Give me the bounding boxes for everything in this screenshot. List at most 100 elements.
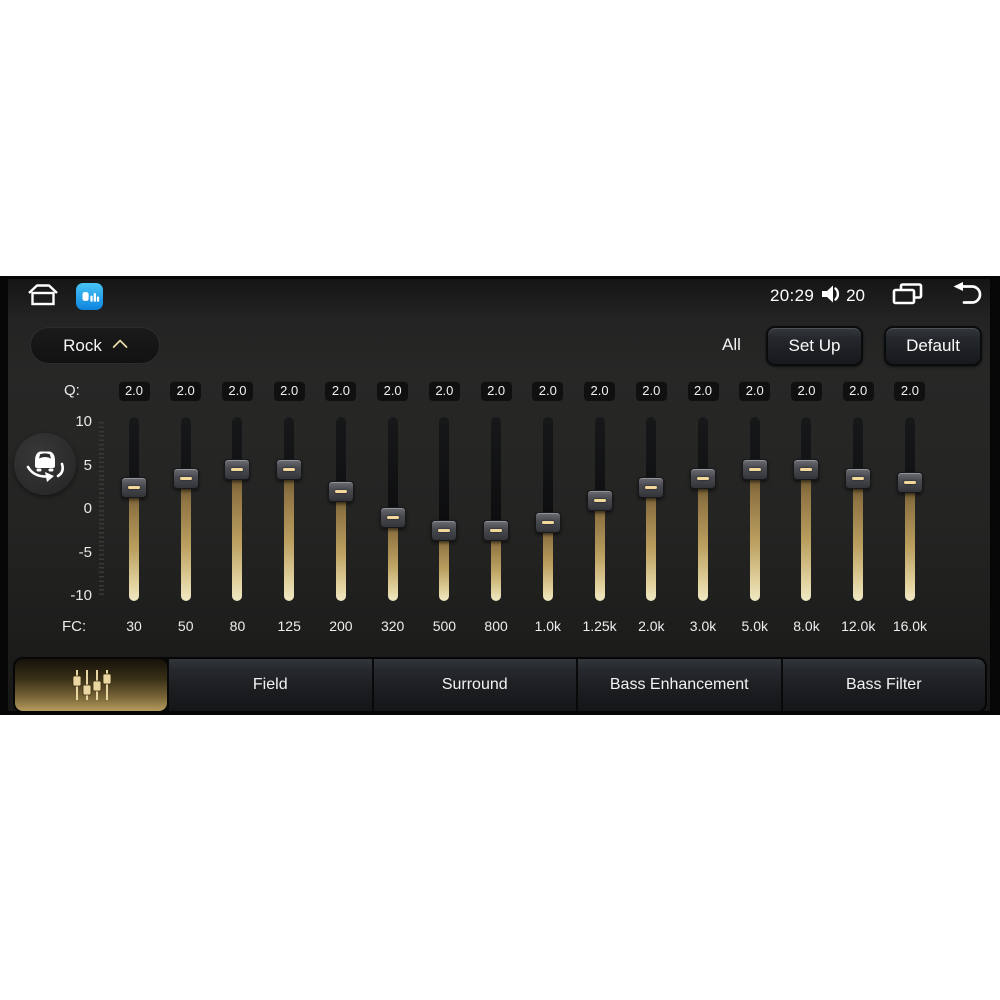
recents-icon[interactable] [891, 282, 924, 311]
slider-fill [335, 491, 346, 601]
slider-thumb[interactable] [534, 511, 561, 533]
slider-thumb[interactable] [690, 468, 717, 490]
eq-band-slider[interactable] [121, 417, 147, 601]
slider-track [749, 417, 760, 601]
all-toggle[interactable]: All [722, 335, 741, 355]
thumb-grip-line [903, 481, 916, 485]
slider-fill [542, 522, 553, 601]
q-row-label: Q: [64, 382, 80, 399]
tab-bass-enhancement[interactable]: Bass Enhancement [576, 659, 781, 711]
slider-track [853, 417, 864, 601]
eq-band-slider[interactable] [534, 417, 561, 601]
eq-band-slider[interactable] [431, 417, 458, 601]
screen-bezel-top [0, 276, 1000, 279]
tab-field[interactable]: Field [167, 659, 372, 711]
preset-dropdown[interactable]: Rock [30, 327, 160, 364]
thumb-grip-line [645, 485, 658, 489]
screen-bezel-bottom [0, 711, 1000, 715]
slider-track [491, 417, 502, 601]
frequency-label: 8.0k [793, 618, 820, 634]
screen-bezel-right [990, 276, 1000, 715]
frequency-label: 2.0k [638, 618, 665, 634]
car-rotate-icon [24, 441, 66, 488]
slider-thumb[interactable] [586, 489, 613, 511]
frequency-label: 12.0k [841, 618, 876, 634]
eq-band-slider[interactable] [379, 417, 406, 601]
slider-thumb[interactable] [172, 468, 199, 490]
slider-thumb[interactable] [224, 459, 251, 481]
status-bar: 20:29 20 [0, 281, 1000, 311]
thumb-grip-line [334, 490, 347, 494]
car-sound-field-button[interactable] [14, 433, 76, 495]
thumb-grip-line [852, 477, 865, 481]
tab-label: Bass Filter [845, 676, 922, 693]
slider-fill [801, 469, 812, 601]
q-value-badge: 2.0 [428, 381, 460, 401]
slider-thumb[interactable] [638, 476, 665, 498]
slider-track [335, 417, 346, 601]
q-value-badge: 2.0 [842, 381, 874, 401]
fc-row-label: FC: [62, 618, 87, 635]
slider-thumb[interactable] [483, 520, 510, 542]
eq-band-slider[interactable] [793, 417, 820, 601]
slider-fill [180, 478, 191, 601]
slider-thumb[interactable] [741, 459, 768, 481]
eq-band-slider[interactable] [586, 417, 613, 601]
slider-fill [491, 530, 502, 601]
tab-surround[interactable]: Surround [371, 659, 576, 711]
eq-band-slider[interactable] [327, 417, 354, 601]
slider-thumb[interactable] [896, 472, 923, 494]
slider-thumb[interactable] [431, 520, 458, 542]
eq-band-slider[interactable] [483, 417, 510, 601]
q-value-badge: 2.0 [584, 381, 616, 401]
eq-band-slider[interactable] [690, 417, 717, 601]
slider-fill [129, 487, 139, 601]
volume-level: 20 [846, 286, 865, 305]
thumb-grip-line [800, 468, 813, 472]
default-button[interactable]: Default [884, 326, 982, 366]
equalizer-screen: 20:29 20 Rock All Set Up Default Q: FC: … [0, 276, 1000, 715]
eq-band-slider[interactable] [845, 417, 872, 601]
equalizer-app-icon[interactable] [76, 282, 103, 310]
slider-track [904, 417, 915, 601]
thumb-grip-line [386, 516, 399, 520]
back-icon[interactable] [950, 282, 984, 310]
home-icon[interactable] [26, 281, 60, 312]
frequency-label: 50 [177, 618, 194, 634]
thumb-grip-line [179, 477, 192, 481]
volume-icon[interactable] [820, 284, 843, 309]
eq-band-slider[interactable] [224, 417, 251, 601]
slider-thumb[interactable] [793, 459, 820, 481]
slider-track [284, 417, 295, 601]
slider-fill [904, 482, 915, 601]
head-unit-photo: 20:29 20 Rock All Set Up Default Q: FC: … [0, 0, 1000, 1000]
axis-tick-label: 0 [83, 500, 92, 517]
slider-fill [232, 469, 243, 601]
slider-thumb[interactable] [845, 468, 872, 490]
tab-bass-filter[interactable]: Bass Filter [780, 659, 985, 711]
slider-thumb[interactable] [121, 476, 147, 498]
eq-band-slider[interactable] [638, 417, 665, 601]
clock: 20:29 [770, 286, 815, 305]
eq-band-slider[interactable] [276, 417, 303, 601]
slider-track [180, 417, 191, 601]
gain-axis-ticks [99, 422, 104, 597]
thumb-grip-line [128, 485, 140, 489]
tab-equalizer[interactable] [15, 659, 167, 711]
eq-band-slider[interactable] [896, 417, 923, 601]
setup-button[interactable]: Set Up [766, 326, 863, 366]
frequency-label: 200 [329, 618, 353, 634]
eq-band-slider[interactable] [172, 417, 199, 601]
slider-thumb[interactable] [379, 507, 406, 529]
q-value-badge: 2.0 [739, 381, 771, 401]
slider-thumb[interactable] [327, 481, 354, 503]
eq-band-slider[interactable] [741, 417, 768, 601]
screen-bezel-left [0, 276, 8, 715]
equalizer-sliders-icon [66, 667, 116, 703]
slider-thumb[interactable] [276, 459, 303, 481]
frequency-label: 320 [380, 618, 405, 634]
axis-tick-label: -5 [78, 543, 92, 561]
slider-track [232, 417, 243, 601]
q-value-badge: 2.0 [532, 381, 564, 401]
tab-label: Bass Enhancement [609, 676, 749, 693]
